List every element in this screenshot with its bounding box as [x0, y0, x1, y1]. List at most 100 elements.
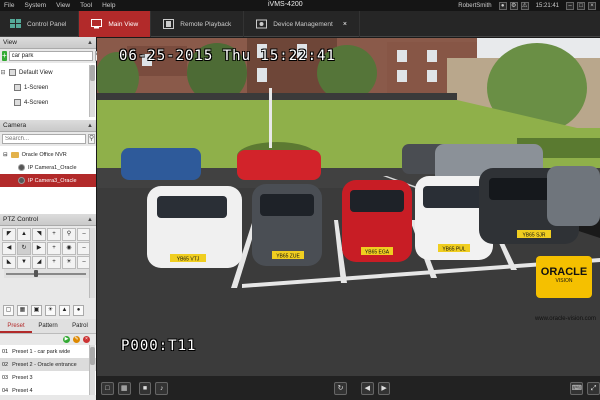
preset-item[interactable]: 02 Preset 2 - Oracle entrance [0, 358, 96, 371]
tree-item-1-screen[interactable]: 1-Screen [0, 80, 96, 95]
tab-patrol[interactable]: Patrol [64, 319, 96, 333]
pan-up-right-button[interactable]: ◥ [32, 228, 46, 241]
alarm-icon[interactable]: ⚠ [520, 1, 529, 10]
pan-up-button[interactable]: ▲ [17, 228, 31, 241]
preset-scrollbar[interactable] [89, 345, 95, 395]
slider-knob[interactable] [34, 270, 38, 277]
tab-close-icon[interactable]: × [343, 21, 347, 28]
tree-item-default-view[interactable]: ⊟ Default View [0, 65, 96, 80]
light-icon[interactable]: ☀ [45, 305, 56, 316]
close-icon[interactable]: × [588, 1, 596, 10]
settings-icon[interactable]: ⚙ [509, 1, 518, 10]
user-block: RobertSmith ● ⚙ ⚠ 15:21:41 – □ × [458, 0, 596, 11]
zoom-in-button[interactable]: + [47, 228, 61, 241]
tree-item-nvr[interactable]: ⊟ Oracle Office NVR [0, 148, 96, 161]
camera-icon [18, 177, 25, 184]
plate-text: YB65 PUL [442, 247, 466, 253]
camera-search-row: ⚲ [0, 132, 96, 146]
3d-position-icon[interactable]: ▦ [17, 305, 28, 316]
tab-main-view[interactable]: Main View [79, 11, 152, 37]
ptz-panel-header[interactable]: PTZ Control ▲ [0, 214, 96, 226]
pan-down-left-button[interactable]: ◣ [2, 256, 16, 269]
view-header-label: View [3, 39, 17, 46]
pan-down-button[interactable]: ▼ [17, 256, 31, 269]
tab-control-panel[interactable]: Control Panel [0, 11, 80, 37]
focus-icon[interactable]: ◉ [62, 242, 76, 255]
iris-open-button[interactable]: + [47, 256, 61, 269]
camera-search-input[interactable] [2, 134, 86, 144]
save-view-icon[interactable]: □ [101, 381, 114, 395]
collapse-toggle-icon[interactable]: ⊟ [0, 69, 6, 76]
keyboard-icon[interactable]: ⌨ [570, 381, 584, 395]
scroll-thumb[interactable] [90, 347, 95, 365]
focus-near-button[interactable]: + [47, 242, 61, 255]
edit-preset-icon[interactable]: ✎ [73, 336, 80, 343]
view-scrollbar[interactable] [89, 65, 95, 117]
maximize-icon[interactable]: □ [577, 1, 585, 10]
pan-right-button[interactable]: ▶ [32, 242, 46, 255]
ptz-header-label: PTZ Control [3, 216, 39, 223]
iris-icon[interactable]: ☀ [62, 256, 76, 269]
auxiliary-icon[interactable]: ● [73, 305, 84, 316]
next-icon[interactable]: ▶ [377, 381, 391, 395]
add-view-icon[interactable]: + [2, 51, 7, 61]
live-video-view[interactable]: YB65 VTJ YB65 ZUE YB65 EGA YB65 PUL YB65… [97, 38, 600, 376]
center-icon[interactable]: ▣ [31, 305, 42, 316]
tree-item-label: IP Camera3_Oracle [28, 177, 77, 184]
menu-file[interactable]: File [0, 2, 19, 9]
tab-label: Remote Playback [180, 20, 232, 28]
zoom-icon[interactable]: ⚲ [62, 228, 76, 241]
collapse-icon[interactable]: ▲ [87, 217, 93, 223]
zoom-area-icon[interactable]: ▢ [3, 305, 14, 316]
preset-number: 04 [2, 387, 9, 394]
previous-icon[interactable]: ◀ [360, 381, 374, 395]
camera-panel-header[interactable]: Camera ▲ [0, 120, 96, 132]
collapse-icon[interactable]: ▲ [87, 40, 93, 46]
preset-item[interactable]: 04 Preset 4 [0, 384, 96, 395]
pan-left-button[interactable]: ◀ [2, 242, 16, 255]
car [237, 150, 321, 180]
search-icon[interactable]: ⚲ [88, 134, 96, 144]
pan-up-left-button[interactable]: ◤ [2, 228, 16, 241]
scroll-thumb[interactable] [90, 65, 95, 81]
ptz-scrollbar[interactable] [89, 228, 95, 298]
plate-text: YB65 ZUE [276, 254, 300, 260]
lock-icon[interactable]: ● [498, 1, 507, 10]
menu-system[interactable]: System [19, 2, 51, 9]
tree-item-label: 4-Screen [24, 99, 49, 106]
collapse-icon[interactable]: ▲ [87, 123, 93, 129]
call-preset-icon[interactable]: ▶ [63, 336, 70, 343]
tree-item-camera3[interactable]: IP Camera3_Oracle [0, 174, 96, 187]
tree-item-4-screen[interactable]: 4-Screen [0, 95, 96, 110]
pan-down-right-button[interactable]: ◢ [32, 256, 46, 269]
audio-icon[interactable]: ♪ [155, 381, 169, 395]
tab-preset[interactable]: Preset [0, 319, 32, 333]
preset-item[interactable]: 01 Preset 1 - car park wide [0, 345, 96, 358]
stop-icon[interactable]: ■ [138, 381, 152, 395]
main-tabs: Control Panel Main View Remote Playback … [0, 11, 600, 37]
tree-item-camera1[interactable]: IP Camera1_Oracle [0, 161, 96, 174]
minimize-icon[interactable]: – [566, 1, 574, 10]
menu-help[interactable]: Help [97, 2, 120, 9]
refresh-icon[interactable]: ↻ [334, 381, 347, 395]
fullscreen-icon[interactable]: ⤢ [587, 381, 600, 395]
auto-scan-button[interactable]: ↻ [17, 242, 31, 255]
left-panel: View ▲ + ⚲ ⊟ Default View 1-Screen 4-Scr… [0, 37, 102, 400]
username[interactable]: RobertSmith [458, 3, 491, 9]
view-search-input[interactable] [8, 51, 93, 61]
collapse-toggle-icon[interactable]: ⊟ [3, 152, 8, 158]
wiper-icon[interactable]: ▲ [59, 305, 70, 316]
ptz-speed-slider[interactable] [4, 269, 94, 278]
tab-label: Control Panel [27, 20, 67, 28]
plate-text: YB65 EGA [365, 250, 390, 256]
preset-item[interactable]: 03 Preset 3 [0, 371, 96, 384]
delete-preset-icon[interactable]: × [83, 336, 90, 343]
menu-view[interactable]: View [51, 2, 75, 9]
menu-tool[interactable]: Tool [75, 2, 97, 9]
window-division-icon[interactable]: ▦ [117, 381, 131, 395]
preset-number: 02 [2, 361, 9, 368]
tab-remote-playback[interactable]: Remote Playback [151, 11, 245, 37]
view-panel-header[interactable]: View ▲ [0, 37, 96, 49]
tab-pattern[interactable]: Pattern [32, 319, 64, 333]
tab-device-management[interactable]: Device Management × [244, 11, 360, 37]
